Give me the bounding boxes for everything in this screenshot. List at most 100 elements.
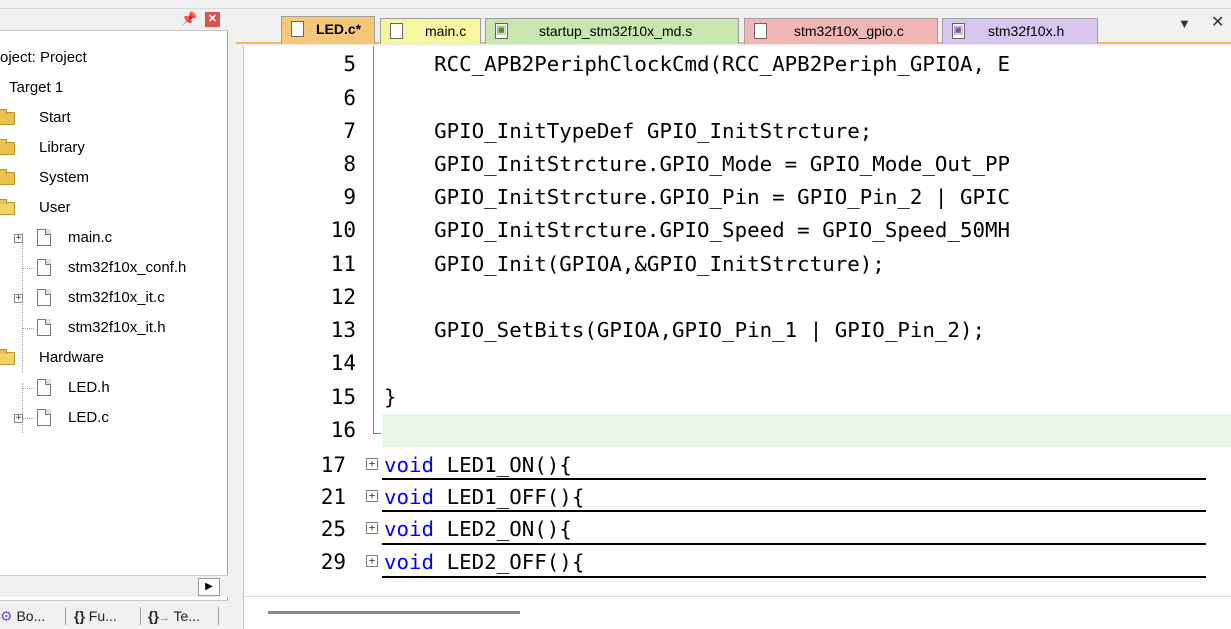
project-title-label: oject: Project <box>0 49 87 66</box>
code-line[interactable]: } <box>384 381 397 414</box>
c-file-icon <box>291 21 304 37</box>
group-label: System <box>39 169 90 186</box>
file-label: LED.c <box>68 409 109 426</box>
file-icon <box>37 319 51 336</box>
file-icon <box>37 289 51 306</box>
tab-main-c[interactable]: main.c <box>380 18 481 44</box>
fold-guide-end <box>373 420 381 434</box>
file-label: stm32f10x_it.h <box>68 319 166 336</box>
asm-file-icon <box>495 18 508 42</box>
tab-templates[interactable]: {}→ Te... <box>148 605 200 627</box>
panel-header: 📌 ✕ <box>0 9 228 31</box>
tree-file-it-h[interactable]: stm32f10x_it.h <box>0 315 228 341</box>
file-label: stm32f10x_it.c <box>68 289 165 306</box>
editor-horizontal-scrollbar[interactable] <box>244 596 1231 629</box>
tree-target[interactable]: Target 1 <box>9 75 63 101</box>
fold-marker-line <box>382 576 1206 578</box>
line-number: 13 <box>330 318 356 342</box>
expand-fold-icon[interactable]: + <box>366 490 378 502</box>
folder-icon <box>0 139 15 155</box>
tree-group-library[interactable]: Library <box>0 135 228 161</box>
file-label: LED.h <box>68 379 110 396</box>
folded-function[interactable]: void LED2_ON(){ <box>384 513 572 546</box>
keyword: void <box>384 550 435 574</box>
code-line[interactable]: RCC_APB2PeriphClockCmd(RCC_APB2Periph_GP… <box>384 48 1010 81</box>
fold-marker-line <box>382 510 1206 512</box>
panel-bottom-tabs: ⚙ Bo... {} Fu... {}→ Te... <box>0 600 228 629</box>
file-icon <box>37 229 51 246</box>
line-number-gutter: 5 6 7 8 9 10 11 12 13 14 15 16 17 21 25 … <box>244 46 356 596</box>
folded-function[interactable]: void LED2_OFF(){ <box>384 546 584 579</box>
expand-icon[interactable]: + <box>14 414 23 423</box>
file-icon <box>37 379 51 396</box>
tab-stm32f10x-h[interactable]: stm32f10x.h <box>942 18 1098 44</box>
tree-group-user[interactable]: User <box>0 195 228 221</box>
function-signature: LED1_ON(){ <box>434 453 572 477</box>
functions-icon: {} <box>74 608 85 624</box>
file-icon <box>37 409 51 426</box>
books-icon: ⚙ <box>0 608 13 624</box>
open-folder-icon <box>0 349 15 365</box>
file-icon <box>37 259 51 276</box>
code-line[interactable]: GPIO_SetBits(GPIOA,GPIO_Pin_1 | GPIO_Pin… <box>384 314 985 347</box>
tab-label: stm32f10x_gpio.c <box>794 23 904 39</box>
project-title[interactable]: oject: Project <box>0 45 87 71</box>
tab-separator <box>218 607 219 625</box>
code-line[interactable]: GPIO_Init(GPIOA,&GPIO_InitStrcture); <box>384 248 885 281</box>
tab-led-c[interactable]: LED.c* <box>281 16 375 44</box>
tab-books-label: Bo... <box>16 608 46 624</box>
group-label: Hardware <box>39 349 105 366</box>
line-number: 25 <box>320 517 346 541</box>
code-line[interactable]: GPIO_InitStrcture.GPIO_Mode = GPIO_Mode_… <box>384 148 1010 181</box>
tree-file-led-h[interactable]: LED.h <box>0 375 228 401</box>
expand-icon[interactable]: + <box>14 294 23 303</box>
expand-fold-icon[interactable]: + <box>366 555 378 567</box>
function-signature: LED2_OFF(){ <box>434 550 585 574</box>
pin-icon[interactable]: 📌 <box>181 11 197 27</box>
line-number: 29 <box>320 550 346 574</box>
target-label: Target 1 <box>9 79 64 96</box>
close-tab-icon[interactable]: ✕ <box>1211 12 1224 32</box>
line-number: 15 <box>330 385 356 409</box>
tab-label: LED.c* <box>316 21 362 37</box>
group-label: Start <box>39 109 71 126</box>
tree-group-hardware[interactable]: Hardware <box>0 345 228 371</box>
tree-group-system[interactable]: System <box>0 165 228 191</box>
close-icon[interactable]: ✕ <box>205 12 220 27</box>
function-signature: LED1_OFF(){ <box>434 485 585 509</box>
tree-group-start[interactable]: Start <box>0 105 228 131</box>
line-number: 17 <box>320 453 346 477</box>
templates-icon: {}→ <box>148 608 170 624</box>
tree-file-conf-h[interactable]: stm32f10x_conf.h <box>0 255 228 281</box>
line-number: 21 <box>320 485 346 509</box>
toolbar-strip <box>0 0 1231 9</box>
expand-icon[interactable]: + <box>14 234 23 243</box>
code-line[interactable]: GPIO_InitStrcture.GPIO_Pin = GPIO_Pin_2 … <box>384 181 1010 214</box>
line-number: 16 <box>330 418 356 442</box>
tree-file-led-c[interactable]: + LED.c <box>0 405 228 431</box>
tab-gpio-c[interactable]: stm32f10x_gpio.c <box>744 18 938 44</box>
folder-icon <box>0 169 15 185</box>
keyword: void <box>384 453 435 477</box>
tree-file-it-c[interactable]: + stm32f10x_it.c <box>0 285 228 311</box>
tab-startup-s[interactable]: startup_stm32f10x_md.s <box>485 18 739 44</box>
line-number: 12 <box>330 285 356 309</box>
group-label: Library <box>39 139 85 156</box>
current-line-highlight <box>382 414 1231 447</box>
fold-marker-line <box>382 543 1206 545</box>
tab-functions[interactable]: {} Fu... <box>74 605 117 627</box>
panel-scrollbar[interactable]: ▶ <box>0 575 228 597</box>
scroll-right-icon[interactable]: ▶ <box>198 578 220 596</box>
code-line[interactable]: GPIO_InitTypeDef GPIO_InitStrcture; <box>384 115 872 148</box>
tree-file-main-c[interactable]: + main.c <box>0 225 228 251</box>
line-number: 6 <box>343 86 356 110</box>
tab-dropdown-icon[interactable]: ▼ <box>1178 16 1191 31</box>
scrollbar-thumb[interactable] <box>268 611 520 614</box>
tab-books[interactable]: ⚙ Bo... <box>0 605 45 627</box>
expand-fold-icon[interactable]: + <box>366 522 378 534</box>
line-number: 10 <box>330 218 356 242</box>
tab-label: stm32f10x.h <box>988 23 1065 39</box>
expand-fold-icon[interactable]: + <box>366 458 378 470</box>
tab-label: main.c <box>425 23 467 39</box>
code-line[interactable]: GPIO_InitStrcture.GPIO_Speed = GPIO_Spee… <box>384 214 1010 247</box>
